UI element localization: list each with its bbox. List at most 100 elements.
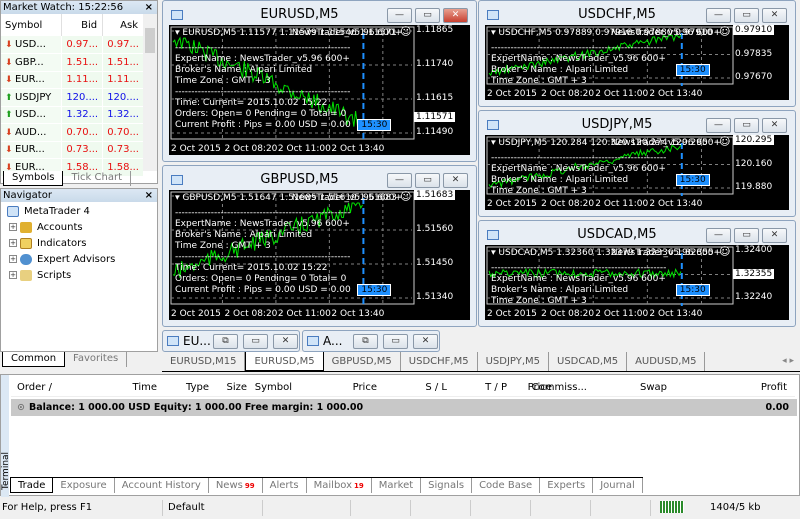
- chart-tab[interactable]: USDJPY,M5: [478, 352, 549, 371]
- chart-window-gbpusd[interactable]: GBPUSD,M5—▭✕1.516831.515601.514501.51340…: [162, 165, 477, 327]
- column-header[interactable]: Profit: [761, 382, 787, 393]
- maximize-button[interactable]: ▭: [734, 8, 759, 23]
- tree-item-accounts[interactable]: + Accounts: [1, 220, 157, 236]
- minimize-button[interactable]: —: [706, 228, 731, 243]
- expand-icon[interactable]: +: [9, 271, 17, 279]
- column-ask[interactable]: Ask: [102, 14, 144, 36]
- chart-window-eurusd[interactable]: EURUSD,M5— ▭ ✕ 1.11865 1.11740 1.11615 1.11490…: [162, 0, 477, 162]
- close-icon[interactable]: ×: [145, 1, 153, 14]
- maximize-button[interactable]: ▭: [383, 334, 408, 349]
- chart-tab[interactable]: AUDUSD,M5: [627, 352, 706, 371]
- tab-mailbox[interactable]: Mailbox 19: [307, 478, 372, 493]
- symbol-name: USD...: [15, 109, 46, 121]
- market-watch-row[interactable]: ⬇ EUR... 1.11... 1.11...: [1, 71, 144, 89]
- expand-icon[interactable]: +: [9, 239, 17, 247]
- market-watch-row[interactable]: ⬇ EUR... 0.73... 0.73...: [1, 141, 144, 159]
- tab-symbols[interactable]: Symbols: [3, 171, 64, 186]
- restore-button[interactable]: ⧉: [213, 334, 238, 349]
- column-header[interactable]: T / P: [485, 382, 507, 393]
- chart-tab[interactable]: USDCAD,M5: [549, 352, 628, 371]
- column-bid[interactable]: Bid: [61, 14, 104, 36]
- expand-icon[interactable]: +: [9, 223, 17, 231]
- tab-scroll-arrows[interactable]: ◂ ▸: [782, 356, 794, 366]
- chart-window-usdchf[interactable]: USDCHF,M5—▭✕0.979100.978350.976700.97910…: [478, 0, 796, 107]
- tab-trade[interactable]: Trade: [10, 478, 54, 493]
- column-header[interactable]: Type: [186, 382, 209, 393]
- chart-tab[interactable]: EURUSD,M5: [245, 352, 324, 371]
- chart-area[interactable]: 1.324001.323551.322401.32355▾ USDCAD,M5 …: [485, 245, 789, 320]
- tree-item-expert-advisors[interactable]: + Expert Advisors: [1, 252, 157, 268]
- profile-name[interactable]: Default: [168, 502, 205, 513]
- current-price-label: 1.32355: [733, 268, 775, 279]
- column-symbol[interactable]: Symbol: [1, 14, 63, 36]
- scrollbar-thumb[interactable]: [145, 28, 155, 53]
- maximize-button[interactable]: ▭: [415, 8, 440, 23]
- tab-tick-chart[interactable]: Tick Chart: [63, 171, 131, 186]
- market-watch-row[interactable]: ⬇ AUD... 0.70... 0.70...: [1, 123, 144, 142]
- tab-exposure[interactable]: Exposure: [53, 478, 115, 493]
- minimized-chart-window[interactable]: A... ⧉ ▭ ✕: [302, 330, 440, 352]
- column-header[interactable]: Price: [353, 382, 377, 393]
- column-header[interactable]: Size: [226, 382, 247, 393]
- tab-code-base[interactable]: Code Base: [472, 478, 541, 493]
- chart-tab[interactable]: EURUSD,M15: [162, 352, 246, 371]
- close-button[interactable]: ✕: [762, 118, 787, 133]
- column-header[interactable]: Swap: [640, 382, 667, 393]
- event-time-badge: 15:30: [675, 174, 710, 186]
- tab-common[interactable]: Common: [2, 352, 66, 367]
- minimize-button[interactable]: —: [387, 173, 412, 188]
- tab-account-history[interactable]: Account History: [115, 478, 209, 493]
- chart-area[interactable]: 0.979100.978350.976700.97910▾ USDCHF,M5 …: [485, 25, 789, 100]
- tree-item-indicators[interactable]: + Indicators: [1, 236, 157, 252]
- maximize-button[interactable]: ▭: [734, 228, 759, 243]
- time-label: 2 Oct 2015: [487, 89, 537, 99]
- column-header[interactable]: Time: [133, 382, 157, 393]
- info-line: Broker's Name : Alpari Limited: [491, 285, 629, 295]
- close-button[interactable]: ✕: [443, 8, 468, 23]
- maximize-button[interactable]: ▭: [415, 173, 440, 188]
- tab-market[interactable]: Market: [372, 478, 422, 493]
- minimized-chart-window[interactable]: EU... ⧉ ▭ ✕: [162, 330, 300, 352]
- tab-news[interactable]: News 99: [209, 478, 263, 493]
- tab-journal[interactable]: Journal: [593, 478, 643, 493]
- close-button[interactable]: ✕: [762, 228, 787, 243]
- chart-window-usdcad[interactable]: USDCAD,M5—▭✕1.324001.323551.322401.32355…: [478, 220, 796, 327]
- scrollbar[interactable]: [143, 14, 157, 171]
- column-header[interactable]: Symbol: [255, 382, 292, 393]
- column-header[interactable]: Commiss...: [532, 382, 587, 393]
- market-watch-row[interactable]: ⬆ USDJPY 120.... 120....: [1, 88, 144, 107]
- chart-window-usdjpy[interactable]: USDJPY,M5—▭✕120.295120.160119.880120.295…: [478, 110, 796, 217]
- close-button[interactable]: ✕: [762, 8, 787, 23]
- expand-icon[interactable]: +: [9, 255, 17, 263]
- minimize-button[interactable]: —: [706, 118, 731, 133]
- chart-tab[interactable]: USDCHF,M5: [401, 352, 478, 371]
- restore-button[interactable]: ⧉: [353, 334, 378, 349]
- balance-row[interactable]: ⊙ Balance: 1 000.00 USD Equity: 1 000.00 …: [11, 399, 797, 416]
- tab-signals[interactable]: Signals: [421, 478, 473, 493]
- close-button[interactable]: ✕: [413, 334, 438, 349]
- market-watch-row[interactable]: ⬇ GBP... 1.51... 1.51...: [1, 53, 144, 72]
- tree-item-scripts[interactable]: + Scripts: [1, 268, 157, 284]
- tab-experts[interactable]: Experts: [540, 478, 594, 493]
- close-icon[interactable]: ×: [145, 189, 153, 202]
- market-watch-row[interactable]: ⬆ USD... 1.32... 1.32...: [1, 106, 144, 124]
- time-label: 2 Oct 13:40: [649, 89, 703, 99]
- close-button[interactable]: ✕: [443, 173, 468, 188]
- ask-cell: 1.51...: [102, 53, 144, 72]
- chart-area[interactable]: 1.516831.515601.514501.513401.51683▾ GBP…: [169, 190, 470, 320]
- minimize-button[interactable]: —: [706, 8, 731, 23]
- tab-favorites[interactable]: Favorites: [65, 352, 128, 367]
- price-label: 0.97835: [735, 48, 773, 59]
- chart-area[interactable]: 120.295120.160119.880120.295▾ USDJPY,M5 …: [485, 135, 789, 210]
- tree-root[interactable]: MetaTrader 4: [1, 204, 157, 220]
- column-header[interactable]: S / L: [425, 382, 447, 393]
- chart-area[interactable]: 1.11865 1.11740 1.11615 1.11490 1.11571 ▾ EUR…: [169, 25, 470, 155]
- maximize-button[interactable]: ▭: [734, 118, 759, 133]
- market-watch-row[interactable]: ⬇ USD... 0.97... 0.97...: [1, 36, 144, 54]
- column-header[interactable]: Order /: [17, 382, 52, 393]
- chart-tab[interactable]: GBPUSD,M5: [324, 352, 401, 371]
- minimize-button[interactable]: —: [387, 8, 412, 23]
- maximize-button[interactable]: ▭: [243, 334, 268, 349]
- close-button[interactable]: ✕: [273, 334, 298, 349]
- tab-alerts[interactable]: Alerts: [263, 478, 307, 493]
